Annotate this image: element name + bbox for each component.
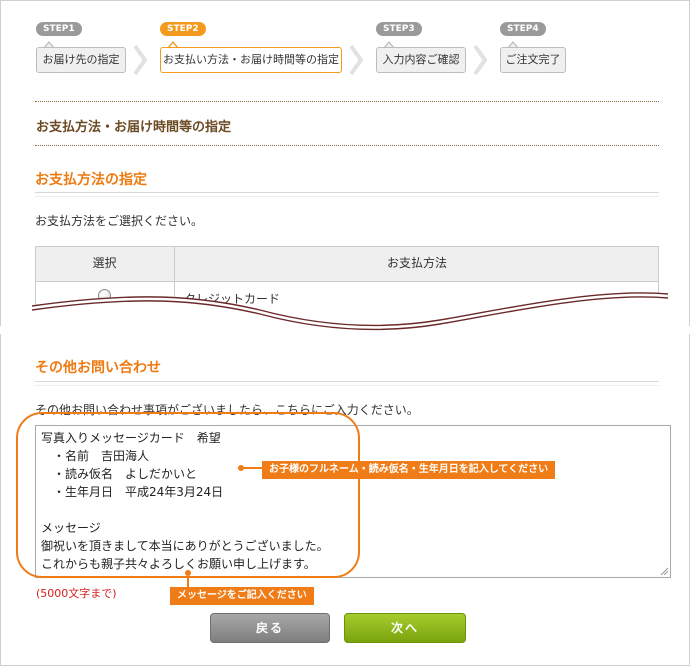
inquiry-instruction: その他お問い合わせ事項がございましたら、こちらにご入力ください。 xyxy=(35,403,419,417)
inquiry-section-title: その他お問い合わせ xyxy=(35,360,161,376)
step-tag: STEP3 xyxy=(376,22,422,36)
annotation-connector xyxy=(187,576,189,587)
back-button[interactable]: 戻る xyxy=(210,613,330,643)
step-label: ご注文完了 xyxy=(500,47,566,73)
inquiry-textarea[interactable] xyxy=(35,425,671,578)
chevron-right-icon xyxy=(349,44,364,76)
step-tag: STEP1 xyxy=(36,22,82,36)
payment-instruction: お支払方法をご選択ください。 xyxy=(35,214,204,228)
annotation-message-note: メッセージをご記入ください xyxy=(170,587,314,605)
column-header-select: 選択 xyxy=(92,256,117,270)
step-label: お届け先の指定 xyxy=(36,47,126,73)
divider xyxy=(35,101,659,102)
annotation-fullname-note: お子様のフルネーム・読み仮名・生年月日を記入してください xyxy=(262,461,556,479)
character-limit-note: (5000文字まで) xyxy=(36,587,117,600)
step-tag: STEP4 xyxy=(500,22,546,36)
resize-handle-icon[interactable] xyxy=(659,566,669,576)
divider xyxy=(35,145,659,146)
chevron-right-icon xyxy=(133,44,148,76)
next-button[interactable]: 次へ xyxy=(344,613,466,643)
annotation-connector xyxy=(244,467,262,469)
step-label: 入力内容ご確認 xyxy=(376,47,466,73)
chevron-right-icon xyxy=(473,44,488,76)
step-tag: STEP2 xyxy=(160,22,206,36)
step-label: お支払い方法・お届け時間等の指定 xyxy=(160,47,342,73)
section-rule xyxy=(35,381,659,386)
page-title: お支払方法・お届け時間等の指定 xyxy=(36,120,232,135)
section-rule xyxy=(35,192,659,197)
payment-section-title: お支払方法の指定 xyxy=(35,172,147,188)
column-header-method: お支払方法 xyxy=(386,256,447,270)
torn-edge xyxy=(0,292,690,334)
